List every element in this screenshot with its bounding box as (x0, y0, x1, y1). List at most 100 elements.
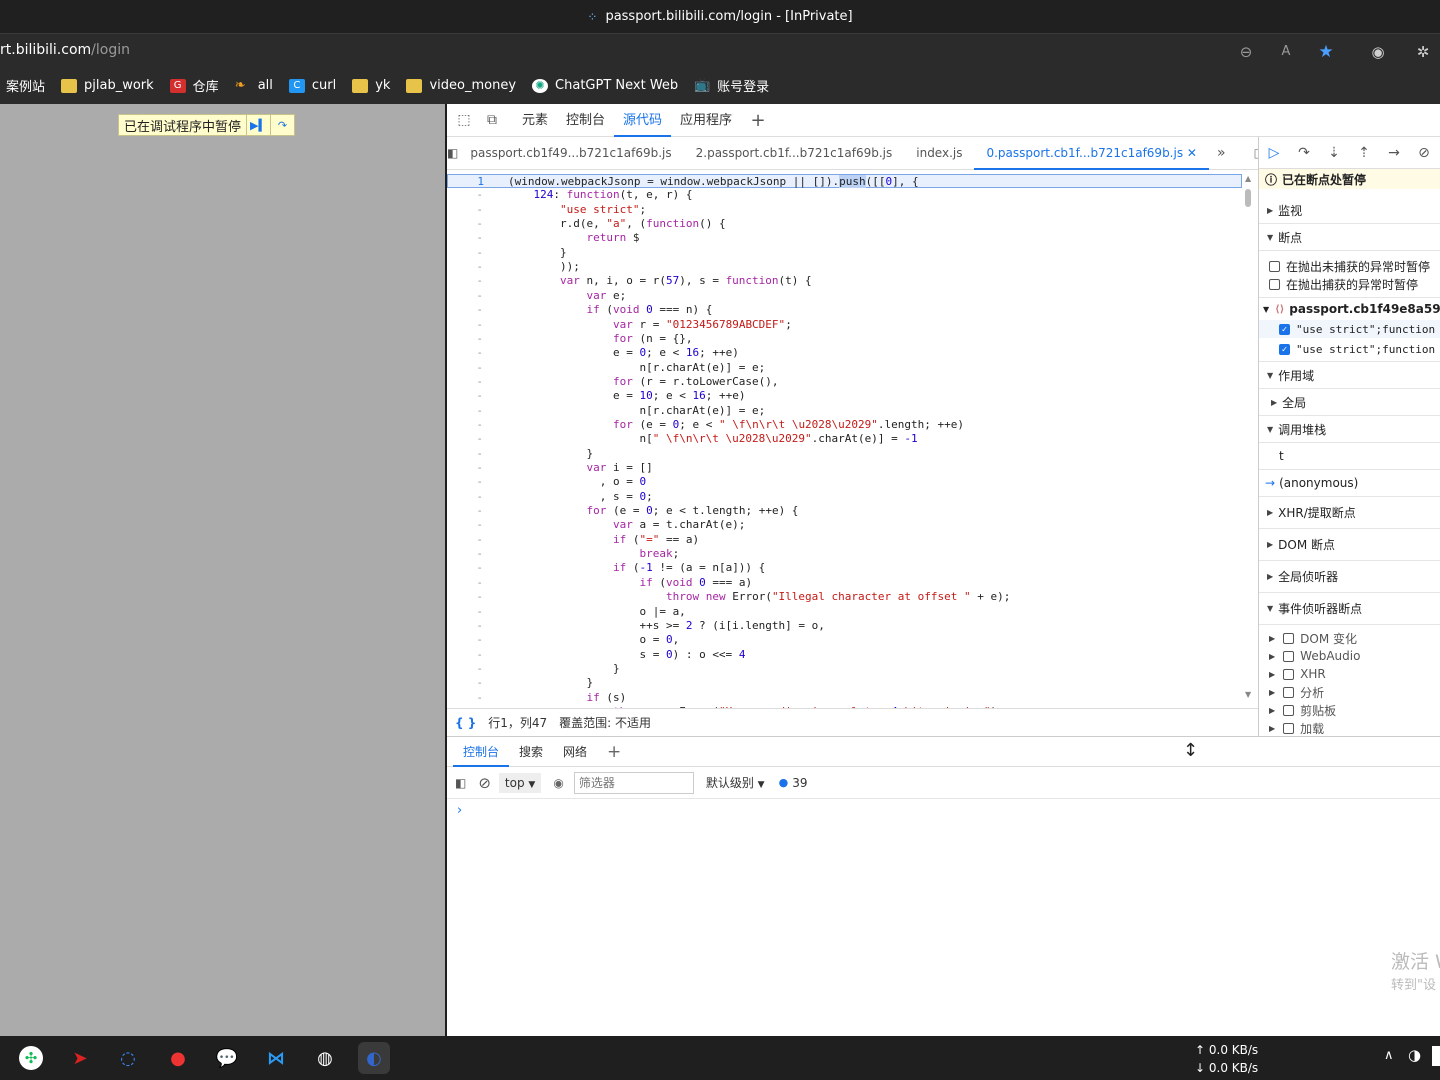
context-select[interactable]: top ▼ (498, 772, 542, 793)
tab-elements[interactable]: 元素 (513, 104, 557, 137)
line-number[interactable]: - (447, 432, 483, 446)
code-line[interactable]: - 124: function(t, e, r) { (447, 188, 1242, 202)
line-number[interactable]: - (447, 619, 483, 633)
console-prompt-icon[interactable]: › (457, 803, 462, 818)
line-number[interactable]: - (447, 389, 483, 403)
event-category[interactable]: ▶ 分析 (1259, 683, 1440, 701)
code-line[interactable]: - if ("=" == a) (447, 533, 1242, 547)
line-number[interactable]: - (447, 648, 483, 662)
toggle-navigator-icon[interactable]: ◧ (447, 146, 458, 160)
drawer-tab-console[interactable]: 控制台 (453, 737, 510, 767)
line-number[interactable]: - (447, 605, 483, 619)
code-line[interactable]: - n[r.charAt(e)] = e; (447, 404, 1242, 418)
editor-scrollbar[interactable]: ▲ ▼ (1242, 174, 1254, 704)
app-icon-1[interactable]: ✣ (15, 1042, 47, 1074)
wechat-icon[interactable]: 💬 (211, 1042, 243, 1074)
extension-icon[interactable]: ◉ (1368, 42, 1388, 62)
code-line[interactable]: - return $ (447, 231, 1242, 245)
code-line[interactable]: - for (r = r.toLowerCase(), (447, 375, 1242, 389)
line-number[interactable]: - (447, 289, 483, 303)
code-line[interactable]: - )); (447, 260, 1242, 274)
tab-sources[interactable]: 源代码 (614, 104, 672, 137)
bookmark-item[interactable]: Ccurl (288, 78, 336, 93)
line-number[interactable]: - (447, 217, 483, 231)
code-line[interactable]: - for (n = {}, (447, 332, 1242, 346)
line-number[interactable]: - (447, 461, 483, 475)
pause-caught-option[interactable]: 在抛出捕获的异常时暂停 (1259, 275, 1440, 293)
line-number[interactable]: - (447, 691, 483, 705)
app-icon-7[interactable]: ◍ (309, 1042, 341, 1074)
code-line[interactable]: - ++s >= 2 ? (i[i.length] = o, (447, 619, 1242, 633)
checkbox-checked[interactable]: ✓ (1279, 343, 1290, 355)
log-level-select[interactable]: 默认级别 ▼ (706, 774, 765, 791)
section-watch[interactable]: ▶ 监视 (1259, 197, 1440, 224)
section-callstack[interactable]: ▼ 调用堆栈 (1259, 416, 1440, 443)
device-toolbar-icon[interactable]: ⧉ (481, 112, 503, 128)
line-number[interactable]: - (447, 676, 483, 690)
step-out-icon[interactable]: ⇡ (1349, 145, 1379, 161)
line-number[interactable]: - (447, 231, 483, 245)
line-number[interactable]: - (447, 303, 483, 317)
resume-icon[interactable]: ▶▍ (246, 115, 270, 135)
code-line[interactable]: - var n, i, o = r(57), s = function(t) { (447, 274, 1242, 288)
read-aloud-icon[interactable]: A (1276, 42, 1296, 62)
checkbox[interactable] (1283, 650, 1295, 662)
edge-icon[interactable]: ◐ (358, 1042, 390, 1074)
bookmark-item[interactable]: G 仓库 (169, 76, 219, 95)
checkbox[interactable] (1283, 668, 1295, 680)
line-number[interactable]: - (447, 547, 483, 561)
line-number[interactable]: - (447, 504, 483, 518)
clear-console-icon[interactable]: ⊘ (478, 774, 491, 792)
code-line[interactable]: - o = 0, (447, 633, 1242, 647)
line-number[interactable]: - (447, 188, 483, 202)
code-line[interactable]: - var r = "0123456789ABCDEF"; (447, 318, 1242, 332)
tab-application[interactable]: 应用程序 (671, 104, 741, 137)
app-icon-3[interactable]: ◌ (112, 1042, 144, 1074)
breakpoint-item[interactable]: ✓ "use strict";function (1259, 340, 1440, 358)
url-field[interactable]: rt.bilibili.com/login (0, 42, 130, 58)
bookmark-item[interactable]: yk (352, 78, 390, 93)
deactivate-breakpoints-icon[interactable]: ⊘ (1409, 145, 1439, 161)
step-over-icon[interactable]: ↷ (270, 115, 294, 135)
pause-uncaught-option[interactable]: 在抛出未捕获的异常时暂停 (1259, 257, 1440, 275)
section-event-listener-breakpoints[interactable]: ▼ 事件侦听器断点 (1259, 593, 1440, 625)
zoom-out-icon[interactable]: ⊖ (1236, 42, 1256, 62)
event-category[interactable]: ▶ DOM 变化 (1259, 629, 1440, 647)
code-line[interactable]: - s = 0) : o <<= 4 (447, 648, 1242, 662)
code-line[interactable]: - , s = 0; (447, 490, 1242, 504)
code-line[interactable]: - , o = 0 (447, 475, 1242, 489)
code-line[interactable]: - for (e = 0; e < t.length; ++e) { (447, 504, 1242, 518)
code-line[interactable]: - } (447, 447, 1242, 461)
checkbox[interactable] (1283, 704, 1295, 716)
pretty-print-icon[interactable]: { } (455, 716, 476, 730)
line-number[interactable]: - (447, 447, 483, 461)
checkbox[interactable] (1269, 260, 1280, 272)
code-line[interactable]: - r.d(e, "a", (function() { (447, 217, 1242, 231)
code-line[interactable]: - } (447, 246, 1242, 260)
line-number[interactable]: - (447, 318, 483, 332)
bookmark-item[interactable]: video_money (406, 78, 516, 93)
console-output[interactable]: › 激活 W转到"设 (447, 799, 1440, 1036)
checkbox[interactable] (1269, 278, 1280, 290)
section-global-listeners[interactable]: ▶ 全局侦听器 (1259, 561, 1440, 593)
favorite-star-icon[interactable]: ★ (1316, 42, 1336, 62)
code-line[interactable]: - if (-1 != (a = n[a])) { (447, 561, 1242, 575)
line-number[interactable]: - (447, 246, 483, 260)
step-over-icon[interactable]: ↷ (1289, 145, 1319, 161)
section-dom-breakpoints[interactable]: ▶ DOM 断点 (1259, 529, 1440, 561)
code-line[interactable]: - if (void 0 === a) (447, 576, 1242, 590)
line-number[interactable]: - (447, 332, 483, 346)
line-number[interactable]: - (447, 490, 483, 504)
step-icon[interactable]: → (1379, 145, 1409, 161)
bookmark-item[interactable]: 📺 账号登录 (694, 76, 769, 95)
vscode-icon[interactable]: ⋈ (260, 1042, 292, 1074)
tray-app-icon[interactable]: ◑ (1408, 1046, 1421, 1064)
event-category[interactable]: ▶ XHR (1259, 665, 1440, 683)
section-xhr-breakpoints[interactable]: ▶ XHR/提取断点 (1259, 497, 1440, 529)
event-category[interactable]: ▶ 加载 (1259, 719, 1440, 736)
code-line[interactable]: - for (e = 0; e < " \f\n\r\t \u2028\u202… (447, 418, 1242, 432)
add-drawer-tab-icon[interactable]: + (597, 737, 631, 767)
line-number[interactable]: - (447, 274, 483, 288)
line-number[interactable]: - (447, 533, 483, 547)
section-breakpoints[interactable]: ▼ 断点 (1259, 224, 1440, 251)
